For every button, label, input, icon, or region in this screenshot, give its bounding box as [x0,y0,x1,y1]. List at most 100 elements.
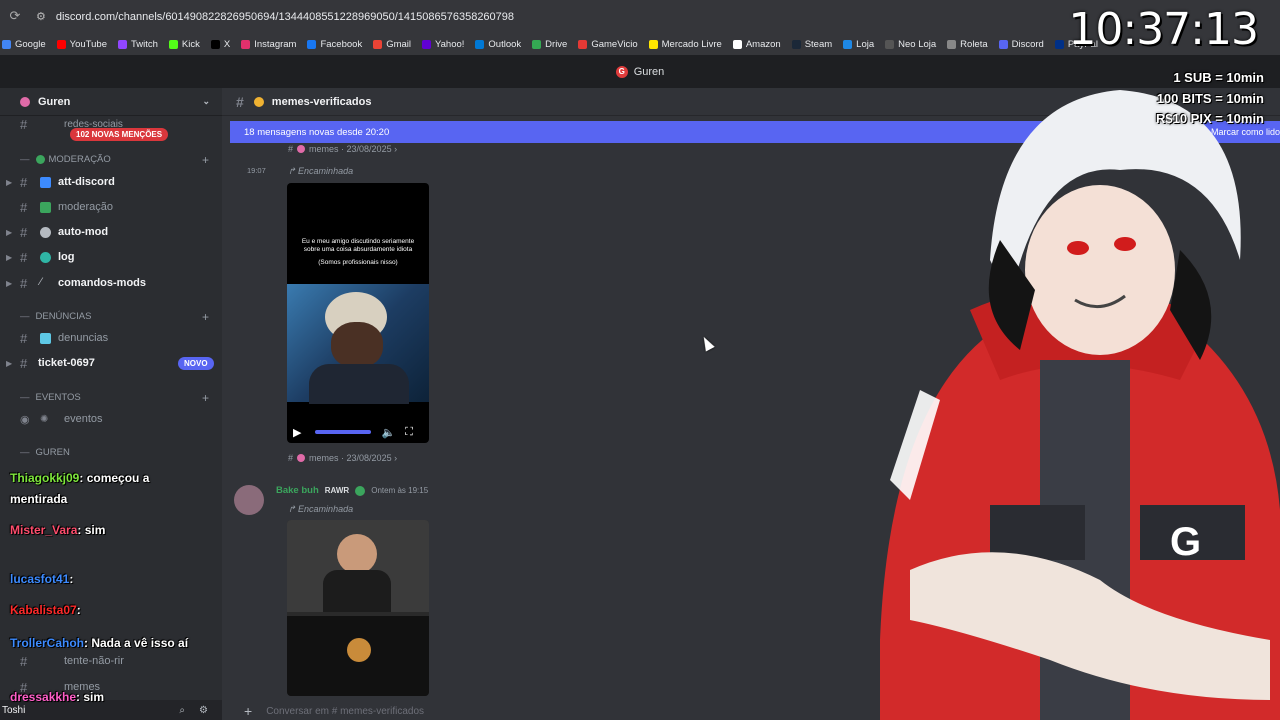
category-guren[interactable]: — GUREN [20,447,70,458]
server-icon [297,145,306,153]
bookmark-gmail[interactable]: Gmail [373,39,411,50]
chat-text: : sim [76,690,105,704]
channel-emoji-icon [40,332,51,344]
store-icon [885,39,895,49]
server-icon [297,454,306,462]
channel-moderacao[interactable]: # moderação [0,196,222,218]
roulette-icon [947,39,957,49]
mentions-badge[interactable]: 102 NOVAS MENÇÕES [70,128,169,141]
server-header[interactable]: Guren ⌄ [0,88,222,116]
goal-bits: 100 BITS = 10min [1156,91,1264,106]
avatar[interactable] [234,485,264,515]
stream-clock: 10:37:13 [1068,4,1259,55]
channel-name: memes-verificados [271,95,372,108]
youtube-icon [56,39,66,49]
bookmark-youtube[interactable]: YouTube [56,39,107,50]
plus-icon[interactable]: + [202,391,209,405]
chat-text: : [69,572,74,586]
hash-icon: # [20,275,28,291]
window-title: Guren [633,65,665,78]
kick-icon [168,39,178,49]
forwarded-source: # memes · 23/08/2025 › [288,453,398,463]
bookmark-amazon[interactable]: Amazon [732,39,781,50]
video-caption-sub: (Somos profissionais nisso) [318,258,398,266]
video-progress[interactable] [315,430,372,434]
plus-icon[interactable]: + [244,703,252,719]
store-icon [843,39,853,49]
green-dot-icon [35,155,45,164]
stream-chat-message: Thiagokkj09: começou a mentirada [10,468,200,510]
video-attachment[interactable] [287,520,429,696]
bookmark-roleta[interactable]: Roleta [947,39,988,50]
play-icon[interactable]: ▶ [293,426,301,439]
discord-icon [998,39,1008,49]
bookmark-steam[interactable]: Steam [791,39,832,50]
video-controls: ▶ 🔈 ⛶ [287,421,429,443]
pencil-icon: ⁄ [40,276,42,288]
check-icon [40,201,51,213]
bookmark-yahoo-[interactable]: Yahoo! [422,39,464,50]
bookmark-mercado-livre[interactable]: Mercado Livre [648,39,722,50]
channel-log[interactable]: ▶ # log [0,246,222,268]
bookmark-neo-loja[interactable]: Neo Loja [885,39,936,50]
channel-denuncias[interactable]: # denuncias [0,327,222,349]
hash-icon: # [20,330,28,346]
chat-text: : Nada a vê isso aí [84,636,189,650]
plus-icon[interactable]: + [202,153,209,167]
bookmark-facebook[interactable]: Facebook [307,39,362,50]
channel-emoji-icon [40,176,51,188]
bookmark-loja[interactable]: Loja [843,39,874,50]
verified-icon [355,485,366,496]
drive-icon [532,39,542,49]
site-settings-icon[interactable]: ⚙ [36,10,46,23]
chat-username: Mister_Vara [10,523,78,537]
bookmark-twitch[interactable]: Twitch [117,39,158,50]
hash-icon: # [20,653,28,669]
bookmark-kick[interactable]: Kick [168,39,200,50]
steam-icon [791,39,801,49]
chat-username: TrollerCahoh [10,636,85,650]
volume-icon[interactable]: 🔈 [381,426,395,439]
bookmark-x[interactable]: X [210,39,230,50]
category-denuncias[interactable]: — DENÚNCIAS + [20,310,209,324]
plus-icon[interactable]: + [202,310,209,324]
bookmark-gamevicio[interactable]: GameVicio [578,39,638,50]
hash-icon: # [20,116,28,132]
chat-username: Thiagokkj09 [10,471,80,485]
category-eventos[interactable]: — EVENTOS + [20,391,209,405]
forwarded-source: # memes · 23/08/2025 › [288,144,398,154]
bookmark-outlook[interactable]: Outlook [475,39,521,50]
stream-chat-message: dressakkhe: sim [10,687,220,708]
stream-chat-message: TrollerCahoh: Nada a vê isso aí [10,633,200,654]
author-name[interactable]: Bake buh [276,485,319,496]
channel-auto-mod[interactable]: ▶ # auto-mod [0,221,222,243]
hash-icon: # [20,249,28,265]
bookmark-instagram[interactable]: Instagram [241,39,296,50]
url-field[interactable]: ⚙ discord.com/channels/60149082282695069… [36,5,514,29]
category-moderacao[interactable]: — MODERAÇÃO + [20,153,209,167]
chat-username: Kabalista07 [10,603,77,617]
goal-sub: 1 SUB = 10min [1173,70,1264,85]
arrow-right-icon: ▶ [6,252,13,262]
x-icon [210,39,220,49]
channel-emoji-icon [253,96,264,107]
hash-icon: # [20,174,28,190]
fullscreen-icon[interactable]: ⛶ [405,426,413,439]
stream-chat-message: lucasfot41: [10,569,220,590]
globe-icon [40,251,51,263]
channel-comandos-mods[interactable]: ▶ # ⁄ comandos-mods [0,272,222,294]
bookmark-discord[interactable]: Discord [998,39,1044,50]
video-attachment[interactable]: Eu e meu amigo discutindo seriamente sob… [287,183,429,443]
chevron-down-icon[interactable]: ⌄ [202,96,210,107]
channel-att-discord[interactable]: ▶ # att-discord [0,171,222,193]
video-caption: Eu e meu amigo discutindo seriamente sob… [301,238,415,254]
reload-icon[interactable]: ⟳ [0,9,30,24]
video-thumbnail [287,284,429,404]
arrow-right-icon: ▶ [6,227,13,237]
channel-eventos[interactable]: ◉ ✺ eventos [0,408,222,430]
bookmark-google[interactable]: Google [2,39,46,50]
channel-sidebar: Guren ⌄ # redes-sociais 102 NOVAS MENÇÕE… [0,88,222,720]
chat-text: : [76,603,81,617]
novo-badge: NOVO [178,357,214,370]
bookmark-drive[interactable]: Drive [532,39,567,50]
